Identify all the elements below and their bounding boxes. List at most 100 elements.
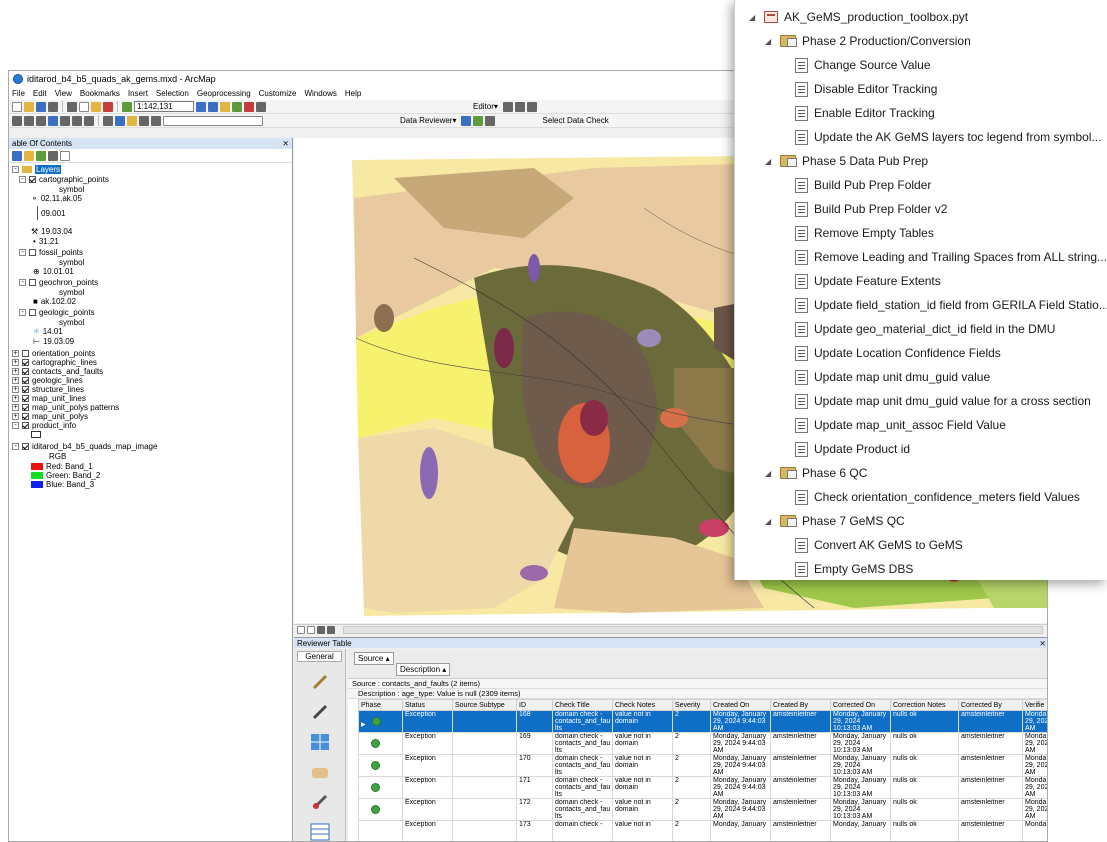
pencil-icon[interactable]	[308, 672, 332, 692]
select-data-check-dropdown[interactable]: Select Data Check	[539, 116, 611, 125]
toolset-phase-6[interactable]: ◢ Phase 6 QC	[765, 461, 867, 485]
toc-layer-cartographic-points[interactable]: - cartographic_points	[19, 175, 109, 184]
data-view-icon[interactable]	[297, 626, 305, 634]
grid-icon[interactable]	[308, 732, 332, 752]
table-row[interactable]: Exception 169 domain check - contacts_and…	[358, 732, 1047, 755]
copy-icon[interactable]	[79, 101, 89, 112]
table-icon[interactable]	[308, 822, 332, 842]
print-icon[interactable]	[48, 101, 58, 112]
select-features-icon[interactable]	[103, 115, 113, 126]
open-icon[interactable]	[24, 101, 34, 112]
reviewer-browse-icon[interactable]	[473, 115, 484, 126]
toc-layer-cartographic-lines[interactable]: + cartographic_lines	[12, 358, 97, 367]
toolset-phase-2[interactable]: ◢ Phase 2 Production/Conversion	[765, 29, 971, 53]
toc-layer-fossil-points[interactable]: - fossil_points	[19, 248, 83, 257]
general-tab[interactable]: General	[297, 651, 342, 662]
correct-icon[interactable]	[308, 792, 332, 812]
column-header[interactable]: Verifie	[1022, 699, 1047, 711]
paste-icon[interactable]	[91, 101, 101, 112]
tool-update-dmu-guid[interactable]: Update map unit dmu_guid value	[795, 365, 990, 389]
map-scale-input[interactable]: 1:142,131	[134, 101, 194, 112]
toc-layer-map-unit-polys-patterns[interactable]: + map_unit_polys patterns	[12, 403, 119, 412]
identify-icon[interactable]	[115, 115, 125, 126]
edit-pencil-icon[interactable]	[308, 702, 332, 722]
menu-insert[interactable]: Insert	[128, 89, 148, 98]
toc-layer-map-unit-polys[interactable]: + map_unit_polys	[12, 412, 88, 421]
tool-update-geo-material-dict-id[interactable]: Update geo_material_dict_id field in the…	[795, 317, 1055, 341]
map-scrollbar[interactable]	[294, 624, 1047, 635]
find-icon[interactable]	[127, 115, 137, 126]
arctoolbox-icon[interactable]	[244, 101, 254, 112]
full-extent-icon[interactable]	[48, 115, 58, 126]
tool-disable-editor-tracking[interactable]: Disable Editor Tracking	[795, 77, 937, 101]
column-header[interactable]: Created By	[770, 699, 831, 711]
delete-icon[interactable]	[103, 101, 113, 112]
menu-windows[interactable]: Windows	[304, 89, 336, 98]
tool-remove-empty-tables[interactable]: Remove Empty Tables	[795, 221, 934, 245]
table-of-contents-icon[interactable]	[208, 101, 218, 112]
tool-build-pub-prep-folder-v2[interactable]: Build Pub Prep Folder v2	[795, 197, 947, 221]
tool-update-field-station-id[interactable]: Update field_station_id field from GERIL…	[795, 293, 1107, 317]
column-header[interactable]: Severity	[672, 699, 711, 711]
tool-empty-gems-dbs[interactable]: Empty GeMS DBS	[795, 557, 913, 580]
toc-layer-orientation-points[interactable]: + orientation_points	[12, 349, 95, 358]
tool-build-pub-prep-folder[interactable]: Build Pub Prep Folder	[795, 173, 931, 197]
column-header[interactable]: Status	[402, 699, 453, 711]
tool-remove-spaces[interactable]: Remove Leading and Trailing Spaces from …	[795, 245, 1107, 269]
forward-icon[interactable]	[84, 115, 94, 126]
menu-file[interactable]: File	[12, 89, 25, 98]
zoom-in-icon[interactable]	[12, 115, 22, 126]
menu-geoprocessing[interactable]: Geoprocessing	[197, 89, 251, 98]
table-row[interactable]: Exception 172 domain check - contacts_and…	[358, 798, 1047, 821]
toc-layers-group[interactable]: - Layers	[12, 165, 62, 174]
column-header[interactable]: Check Title	[552, 699, 613, 711]
toc-layer-map-image[interactable]: - iditarod_b4_b5_quads_map_image	[12, 442, 157, 451]
tool-update-location-confidence[interactable]: Update Location Confidence Fields	[795, 341, 1001, 365]
horizontal-scroll-track[interactable]	[343, 626, 1043, 634]
hyperlink-icon[interactable]	[151, 115, 161, 126]
toolset-phase-7[interactable]: ◢ Phase 7 GeMS QC	[765, 509, 905, 533]
column-header[interactable]: Corrected On	[830, 699, 891, 711]
tool-update-feature-extents[interactable]: Update Feature Extents	[795, 269, 941, 293]
tool-check-orientation-confidence[interactable]: Check orientation_confidence_meters fiel…	[795, 485, 1080, 509]
toolset-phase-5[interactable]: ◢ Phase 5 Data Pub Prep	[765, 149, 928, 173]
tool-change-source-value[interactable]: Change Source Value	[795, 53, 931, 77]
group-row-source[interactable]: Source : contacts_and_faults (2 items)	[348, 679, 1047, 689]
pause-icon[interactable]	[327, 626, 335, 634]
back-icon[interactable]	[72, 115, 82, 126]
menu-help[interactable]: Help	[345, 89, 361, 98]
group-description-pill[interactable]: Description ▴	[396, 663, 451, 676]
editor-toolbar-icon[interactable]	[196, 101, 206, 112]
data-reviewer-menu[interactable]: Data Reviewer▾	[397, 116, 459, 125]
tool-convert-ak-gems[interactable]: Convert AK GeMS to GeMS	[795, 533, 963, 557]
measure-icon[interactable]	[139, 115, 149, 126]
toc-pin-close-icon[interactable]: ⨯	[282, 139, 289, 148]
catalog-icon[interactable]	[220, 101, 230, 112]
toc-options-icon[interactable]	[60, 151, 70, 161]
reviewer-table-icon[interactable]	[485, 115, 496, 126]
reviewer-pin-icon[interactable]: ⨯	[1039, 639, 1046, 648]
zoom-out-icon[interactable]	[24, 115, 34, 126]
list-by-selection-icon[interactable]	[48, 151, 58, 161]
layout-view-icon[interactable]	[307, 626, 315, 634]
table-row[interactable]: Exception 173 domain check - value not in 2…	[358, 820, 1047, 841]
toc-layer-map-unit-lines[interactable]: + map_unit_lines	[12, 394, 86, 403]
list-by-visibility-icon[interactable]	[36, 151, 46, 161]
sketch-options-icon[interactable]	[526, 101, 537, 112]
toc-layer-geologic-points[interactable]: - geologic_points	[19, 308, 95, 317]
add-data-icon[interactable]	[122, 101, 132, 112]
column-header[interactable]: Created On	[710, 699, 771, 711]
hand-icon[interactable]	[308, 762, 332, 782]
toolbox-node[interactable]: ◢ AK_GeMS_production_toolbox.pyt	[749, 5, 968, 29]
menu-customize[interactable]: Customize	[259, 89, 297, 98]
table-row[interactable]: Exception 171 domain check - contacts_and…	[358, 776, 1047, 799]
menu-view[interactable]: View	[55, 89, 72, 98]
list-by-source-icon[interactable]	[24, 151, 34, 161]
python-icon[interactable]	[256, 101, 266, 112]
menu-edit[interactable]: Edit	[33, 89, 47, 98]
list-by-drawing-order-icon[interactable]	[12, 151, 22, 161]
editor-menu[interactable]: Editor▾	[470, 102, 501, 111]
pan-icon[interactable]	[36, 115, 46, 126]
reviewer-session-icon[interactable]	[461, 115, 472, 126]
sketch-tool-icon[interactable]	[514, 101, 525, 112]
